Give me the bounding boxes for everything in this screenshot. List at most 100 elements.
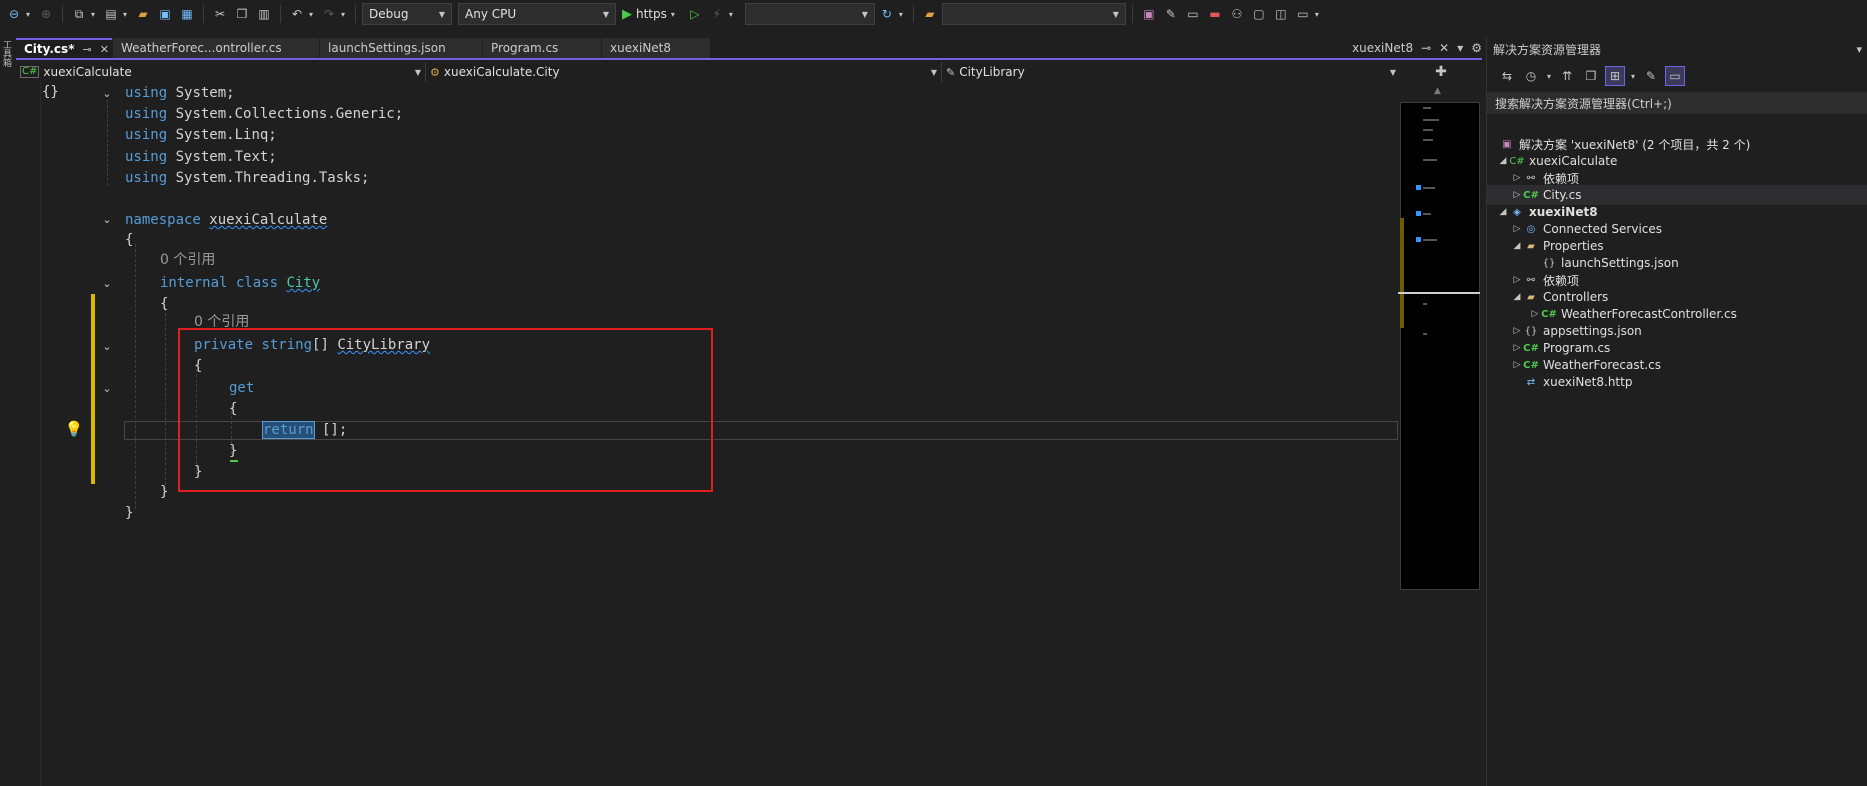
switch-views-dropdown-icon[interactable]: ▾ bbox=[1629, 66, 1637, 86]
fold-chevron-icon[interactable]: ⌄ bbox=[100, 381, 114, 395]
expanded-arrow-icon[interactable]: ◢ bbox=[1497, 156, 1509, 166]
codelens-references[interactable]: 0 个引用 bbox=[160, 250, 215, 271]
pin-icon[interactable]: ⊸ bbox=[82, 43, 91, 56]
tab-label: xuexiNet8 bbox=[610, 41, 672, 55]
back-dropdown-icon[interactable]: ▾ bbox=[26, 10, 34, 19]
toolbox-icon[interactable]: ▬ bbox=[1205, 4, 1225, 24]
expanded-arrow-icon[interactable]: ◢ bbox=[1497, 207, 1509, 217]
scroll-up-arrow-icon[interactable]: ▲ bbox=[1434, 86, 1441, 96]
undo-dropdown-icon[interactable]: ▾ bbox=[309, 10, 317, 19]
tab-program-cs[interactable]: Program.cs bbox=[483, 38, 601, 58]
copy-icon[interactable]: ❐ bbox=[232, 4, 252, 24]
toolbar-overflow-icon[interactable]: ▾ bbox=[1315, 10, 1323, 19]
collapsed-arrow-icon[interactable]: ▷ bbox=[1529, 309, 1541, 319]
new-item-icon[interactable]: ▤ bbox=[101, 4, 121, 24]
preview-selected-icon[interactable]: ▭ bbox=[1665, 66, 1685, 86]
browse-folder-icon[interactable]: ▰ bbox=[920, 4, 940, 24]
open-folder-icon[interactable]: ▰ bbox=[133, 4, 153, 24]
lightbulb-icon[interactable]: 💡 bbox=[65, 419, 84, 439]
code-line-using-text: using System.Text; bbox=[125, 147, 277, 168]
collapsed-arrow-icon[interactable]: ▷ bbox=[1511, 275, 1523, 285]
collapsed-arrow-icon[interactable]: ▷ bbox=[1511, 326, 1523, 336]
member-nav-select[interactable]: ✎ CityLibrary ▼ bbox=[942, 62, 1400, 82]
collapsed-arrow-icon[interactable]: ▷ bbox=[1511, 173, 1523, 183]
new-project-icon[interactable]: ⧉ bbox=[69, 4, 89, 24]
start-without-debugging-icon[interactable]: ▷ bbox=[685, 4, 705, 24]
codelens-references[interactable]: 0 个引用 bbox=[194, 312, 249, 333]
chevron-down-icon[interactable]: ▾ bbox=[1856, 43, 1862, 56]
window-icon[interactable]: ▢ bbox=[1249, 4, 1269, 24]
show-all-files-icon[interactable]: ❐ bbox=[1581, 66, 1601, 86]
type-nav-value: xuexiCalculate.City bbox=[443, 65, 560, 79]
collapsed-arrow-icon[interactable]: ▷ bbox=[1511, 190, 1523, 200]
tab-launchsettings[interactable]: launchSettings.json bbox=[320, 38, 482, 58]
solution-explorer-search[interactable]: 搜索解决方案资源管理器(Ctrl+;) bbox=[1487, 92, 1867, 114]
refresh-icon[interactable]: ↻ bbox=[877, 4, 897, 24]
collapsed-arrow-icon[interactable]: ▷ bbox=[1511, 360, 1523, 370]
expanded-arrow-icon[interactable]: ◢ bbox=[1511, 292, 1523, 302]
collapsed-arrow-icon[interactable]: ▷ bbox=[1511, 343, 1523, 353]
tree-item-http-file[interactable]: ⇄ xuexiNet8.http bbox=[1487, 372, 1867, 392]
history-icon[interactable]: ◷ bbox=[1521, 66, 1541, 86]
save-all-icon[interactable]: ▦ bbox=[177, 4, 197, 24]
collapse-all-icon[interactable]: ⇈ bbox=[1557, 66, 1577, 86]
layout-icon[interactable]: ◫ bbox=[1271, 4, 1291, 24]
paste-icon[interactable]: ▥ bbox=[254, 4, 274, 24]
minimap[interactable] bbox=[1400, 102, 1480, 590]
type-nav-select[interactable]: ⚙ xuexiCalculate.City ▼ bbox=[426, 62, 942, 82]
minimap-line bbox=[1423, 187, 1435, 189]
fold-chevron-icon[interactable]: ⌄ bbox=[100, 86, 114, 100]
fold-chevron-icon[interactable]: ⌄ bbox=[100, 212, 114, 226]
properties-wrench-icon[interactable]: ✎ bbox=[1641, 66, 1661, 86]
find-select[interactable]: ▼ bbox=[941, 3, 1126, 25]
switch-views-icon[interactable]: ⊞ bbox=[1605, 66, 1625, 86]
code-line-using-linq: using System.Linq; bbox=[125, 125, 277, 146]
project-nav-select[interactable]: C# xuexiCalculate ▼ bbox=[16, 62, 426, 82]
history-dropdown-icon[interactable]: ▾ bbox=[1545, 66, 1553, 86]
back-icon[interactable]: ⊖ bbox=[4, 4, 24, 24]
new-item-dropdown-icon[interactable]: ▾ bbox=[123, 10, 131, 19]
close-icon[interactable]: ✕ bbox=[100, 43, 109, 56]
chevron-down-icon[interactable]: ▾ bbox=[1457, 41, 1463, 55]
pin-icon[interactable]: ⊸ bbox=[1421, 41, 1431, 55]
redo-dropdown-icon[interactable]: ▾ bbox=[341, 10, 349, 19]
configuration-select[interactable]: Debug ▼ bbox=[362, 3, 452, 25]
gear-icon[interactable]: ⚙ bbox=[1471, 41, 1482, 55]
fold-chevron-icon[interactable]: ⌄ bbox=[100, 276, 114, 290]
navigation-bar: C# xuexiCalculate ▼ ⚙ xuexiCalculate.Cit… bbox=[16, 62, 1400, 82]
hot-reload-dropdown-icon[interactable]: ▾ bbox=[729, 10, 737, 19]
code-text: System.Collections.Generic; bbox=[167, 106, 404, 122]
feedback-icon[interactable]: ▣ bbox=[1139, 4, 1159, 24]
namespace-name: xuexiCalculate bbox=[209, 212, 328, 228]
reference-count[interactable]: 0 个引用 bbox=[160, 252, 215, 268]
tab-weatherforecast-controller[interactable]: WeatherForec...ontroller.cs bbox=[113, 38, 319, 58]
preview-tab[interactable]: xuexiNet8 ⊸ ✕ ▾ ⚙ bbox=[1352, 38, 1482, 58]
undo-icon[interactable]: ↶ bbox=[287, 4, 307, 24]
close-icon[interactable]: ✕ bbox=[1439, 41, 1449, 55]
platform-select[interactable]: Any CPU ▼ bbox=[458, 3, 616, 25]
redo-icon[interactable]: ↷ bbox=[319, 4, 339, 24]
reference-count[interactable]: 0 个引用 bbox=[194, 314, 249, 330]
debug-target-select[interactable]: ▼ bbox=[744, 3, 875, 25]
forward-icon[interactable]: ⊕ bbox=[36, 4, 56, 24]
collapsed-arrow-icon[interactable]: ▷ bbox=[1511, 224, 1523, 234]
people-icon[interactable]: ⚇ bbox=[1227, 4, 1247, 24]
run-dropdown-icon[interactable]: ▾ bbox=[671, 10, 679, 19]
refresh-dropdown-icon[interactable]: ▾ bbox=[899, 10, 907, 19]
expanded-arrow-icon[interactable]: ◢ bbox=[1511, 241, 1523, 251]
run-button[interactable]: ▶ https ▾ bbox=[618, 3, 683, 25]
hot-reload-icon[interactable]: ⚡ bbox=[707, 4, 727, 24]
new-project-dropdown-icon[interactable]: ▾ bbox=[91, 10, 99, 19]
tab-city-cs[interactable]: City.cs* ⊸ ✕ bbox=[16, 38, 112, 58]
sync-document-icon[interactable]: ⇆ bbox=[1497, 66, 1517, 86]
tab-xuexinet8[interactable]: xuexiNet8 bbox=[602, 38, 710, 58]
cut-icon[interactable]: ✂ bbox=[210, 4, 230, 24]
fold-chevron-icon[interactable]: ⌄ bbox=[100, 339, 114, 353]
wrench-icon[interactable]: ✎ bbox=[1161, 4, 1181, 24]
comment-icon[interactable]: ▭ bbox=[1183, 4, 1203, 24]
toolbox-strip[interactable]: 工具箱 bbox=[0, 38, 11, 786]
web-project-icon: ◈ bbox=[1513, 206, 1521, 218]
split-editor-icon[interactable]: ✚ bbox=[1400, 62, 1482, 82]
save-icon[interactable]: ▣ bbox=[155, 4, 175, 24]
keyboard-icon[interactable]: ▭ bbox=[1293, 4, 1313, 24]
